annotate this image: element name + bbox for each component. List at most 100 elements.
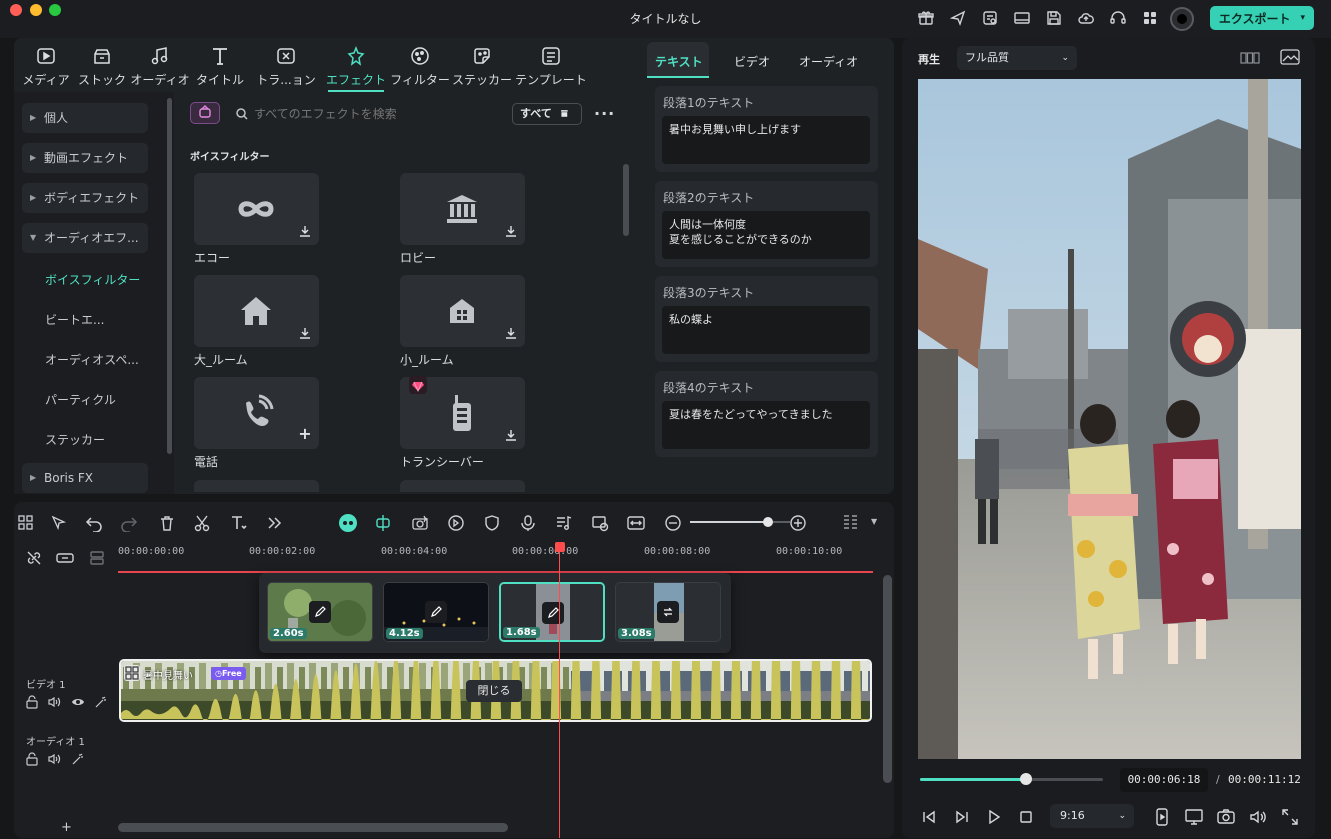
category-scrollbar[interactable] bbox=[167, 98, 172, 454]
snap-icon[interactable] bbox=[374, 514, 392, 532]
text-tool-icon[interactable] bbox=[229, 514, 247, 532]
layout-grid-icon[interactable] bbox=[17, 514, 35, 532]
layout-icon[interactable] bbox=[1013, 9, 1033, 27]
download-icon[interactable] bbox=[503, 223, 519, 239]
edit-icon[interactable] bbox=[542, 602, 564, 624]
edit-icon[interactable] bbox=[309, 601, 331, 623]
ai-effects-button[interactable] bbox=[190, 102, 220, 124]
filter-dropdown[interactable]: すべて ⩸ bbox=[512, 103, 582, 125]
magic-wand-icon[interactable] bbox=[71, 752, 85, 766]
download-icon[interactable] bbox=[503, 325, 519, 341]
redo-icon[interactable] bbox=[120, 514, 138, 532]
category-audio-effects[interactable]: ▼ オーディオエフ... bbox=[22, 223, 148, 253]
tab-audio-prop[interactable]: オーディオ bbox=[799, 53, 858, 70]
add-icon[interactable]: + bbox=[297, 426, 313, 443]
apps-grid-icon[interactable] bbox=[1141, 9, 1161, 27]
headset-icon[interactable] bbox=[1109, 9, 1129, 27]
video-preview[interactable] bbox=[918, 79, 1301, 759]
avatar[interactable] bbox=[1170, 7, 1194, 31]
subcategory-audio-spectrum[interactable]: オーディオスペ... bbox=[45, 351, 139, 368]
tab-video[interactable]: ビデオ bbox=[734, 53, 770, 70]
trash-icon[interactable] bbox=[158, 514, 176, 532]
camera-snapshot-icon[interactable] bbox=[1217, 808, 1235, 826]
link-clip-icon[interactable] bbox=[56, 550, 74, 566]
effect-tile-large-room[interactable] bbox=[194, 275, 319, 347]
download-icon[interactable] bbox=[503, 427, 519, 443]
tab-filter[interactable]: フィルター bbox=[386, 45, 454, 89]
add-track-icon[interactable]: + bbox=[61, 820, 72, 835]
tab-title[interactable]: タイトル bbox=[186, 45, 254, 89]
speaker-icon[interactable] bbox=[47, 695, 61, 709]
screen-record-icon[interactable] bbox=[591, 514, 609, 532]
playback-progress-track[interactable] bbox=[920, 778, 1103, 781]
tab-sticker[interactable]: ステッカー bbox=[448, 45, 516, 89]
more-options-icon[interactable]: ··· bbox=[594, 104, 614, 123]
replace-icon[interactable] bbox=[657, 601, 679, 623]
tab-template[interactable]: テンプレート bbox=[512, 45, 590, 89]
playhead[interactable] bbox=[559, 545, 560, 838]
category-video-effects[interactable]: ▶ 動画エフェクト bbox=[22, 143, 148, 173]
save-icon[interactable] bbox=[1045, 9, 1065, 27]
zoom-slider-handle[interactable] bbox=[763, 517, 773, 527]
track-manager-icon[interactable] bbox=[88, 550, 106, 566]
select-tool-icon[interactable] bbox=[50, 514, 68, 532]
clip-thumbnail-2[interactable]: 4.12s bbox=[383, 582, 489, 642]
zoom-slider[interactable] bbox=[690, 521, 790, 523]
clip-thumbnail-4[interactable]: 3.08s bbox=[615, 582, 721, 642]
fit-timeline-icon[interactable] bbox=[627, 514, 645, 532]
effect-tile-lobby[interactable] bbox=[400, 173, 525, 245]
track-density-icon[interactable] bbox=[842, 514, 860, 532]
timeline-vertical-scrollbar[interactable] bbox=[883, 575, 892, 783]
magic-wand-icon[interactable] bbox=[94, 695, 108, 709]
lock-icon[interactable] bbox=[25, 752, 39, 766]
speed-icon[interactable] bbox=[447, 514, 465, 532]
grid-view-icon[interactable] bbox=[1240, 50, 1260, 66]
paragraph-text-input[interactable]: 夏は春をたどってやってきました bbox=[662, 401, 870, 449]
zoom-out-icon[interactable] bbox=[664, 514, 682, 532]
download-icon[interactable] bbox=[297, 325, 313, 341]
clip-thumbnail-3[interactable]: 1.68s bbox=[499, 582, 605, 642]
subcategory-voice-filter[interactable]: ボイスフィルター bbox=[45, 271, 140, 288]
quality-dropdown[interactable]: フル品質 ⌄ bbox=[957, 46, 1077, 70]
stop-icon[interactable] bbox=[1018, 809, 1034, 825]
close-popup-button[interactable]: 閉じる bbox=[466, 680, 522, 702]
monitor-icon[interactable] bbox=[1185, 808, 1203, 826]
audio-list-icon[interactable] bbox=[555, 514, 573, 532]
category-body-effects[interactable]: ▶ ボディエフェクト bbox=[22, 183, 148, 213]
chevron-down-icon[interactable]: ▼ bbox=[871, 517, 877, 526]
playhead-handle[interactable] bbox=[555, 542, 565, 552]
subcategory-beat[interactable]: ビートエ... bbox=[45, 311, 104, 328]
speaker-icon[interactable] bbox=[47, 752, 61, 766]
download-icon[interactable] bbox=[297, 223, 313, 239]
effect-tile-phone[interactable]: + bbox=[194, 377, 319, 449]
tab-text[interactable]: テキスト bbox=[655, 53, 703, 70]
unlink-icon[interactable] bbox=[26, 550, 42, 566]
ai-mate-icon[interactable] bbox=[338, 513, 358, 533]
fullscreen-icon[interactable] bbox=[1281, 808, 1299, 826]
tab-transition[interactable]: トラ...ョン bbox=[252, 45, 320, 89]
effect-tile-small-room[interactable] bbox=[400, 275, 525, 347]
scissors-icon[interactable] bbox=[193, 514, 211, 532]
edit-icon[interactable] bbox=[425, 601, 447, 623]
subcategory-particle[interactable]: パーティクル bbox=[45, 391, 116, 408]
settings-doc-icon[interactable] bbox=[981, 9, 1001, 27]
tab-effects[interactable]: エフェクト bbox=[322, 45, 390, 89]
tab-audio[interactable]: オーディオ bbox=[126, 45, 194, 89]
cloud-upload-icon[interactable] bbox=[1077, 9, 1097, 27]
effects-scrollbar[interactable] bbox=[623, 164, 629, 236]
lock-icon[interactable] bbox=[25, 695, 39, 709]
clip-thumbnail-1[interactable]: 2.60s bbox=[267, 582, 373, 642]
more-tools-icon[interactable] bbox=[265, 514, 283, 532]
microphone-icon[interactable] bbox=[519, 514, 537, 532]
effect-tile-echo[interactable] bbox=[194, 173, 319, 245]
paragraph-text-input[interactable]: 暑中お見舞い申し上げます bbox=[662, 116, 870, 164]
effects-search-input[interactable] bbox=[254, 103, 494, 125]
gift-icon[interactable] bbox=[917, 9, 937, 27]
prev-frame-icon[interactable] bbox=[921, 809, 937, 825]
timeline-horizontal-scrollbar[interactable] bbox=[118, 823, 508, 832]
paragraph-text-input[interactable]: 私の蝶よ bbox=[662, 306, 870, 354]
zoom-in-icon[interactable] bbox=[789, 514, 807, 532]
phone-preview-icon[interactable] bbox=[1154, 808, 1170, 826]
shield-icon[interactable] bbox=[483, 514, 501, 532]
undo-icon[interactable] bbox=[85, 514, 103, 532]
